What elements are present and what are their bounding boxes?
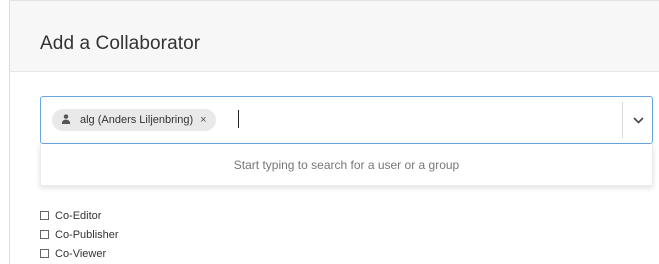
selected-user-token: alg (Anders Liljenbring) × [52,109,216,131]
role-label: Co-Publisher [55,228,119,241]
chevron-down-icon [632,111,644,129]
co-publisher-checkbox[interactable] [40,230,49,239]
role-item-co-publisher[interactable]: Co-Publisher [40,225,119,244]
co-editor-checkbox[interactable] [40,211,49,220]
dialog-title: Add a Collaborator [40,33,201,54]
role-list: Co-Editor Co-Publisher Co-Viewer [40,206,119,263]
role-item-co-viewer[interactable]: Co-Viewer [40,244,119,263]
co-viewer-checkbox[interactable] [40,249,49,258]
dropdown-hint: Start typing to search for a user or a g… [233,158,460,172]
token-label: alg (Anders Liljenbring) [80,114,194,126]
user-icon [61,114,71,124]
dropdown-toggle-button[interactable] [623,97,653,143]
role-item-co-editor[interactable]: Co-Editor [40,206,119,225]
dialog-header: Add a Collaborator [10,1,659,72]
role-label: Co-Viewer [55,247,107,260]
screen: Add a Collaborator alg (Anders Liljenbri… [0,0,659,264]
role-label: Co-Editor [55,209,102,222]
text-cursor [238,110,239,128]
remove-token-icon[interactable]: × [200,114,206,126]
collaborator-select[interactable]: alg (Anders Liljenbring) × [40,96,653,144]
search-dropdown: Start typing to search for a user or a g… [40,144,653,186]
add-collaborator-dialog: Add a Collaborator alg (Anders Liljenbri… [9,0,659,264]
